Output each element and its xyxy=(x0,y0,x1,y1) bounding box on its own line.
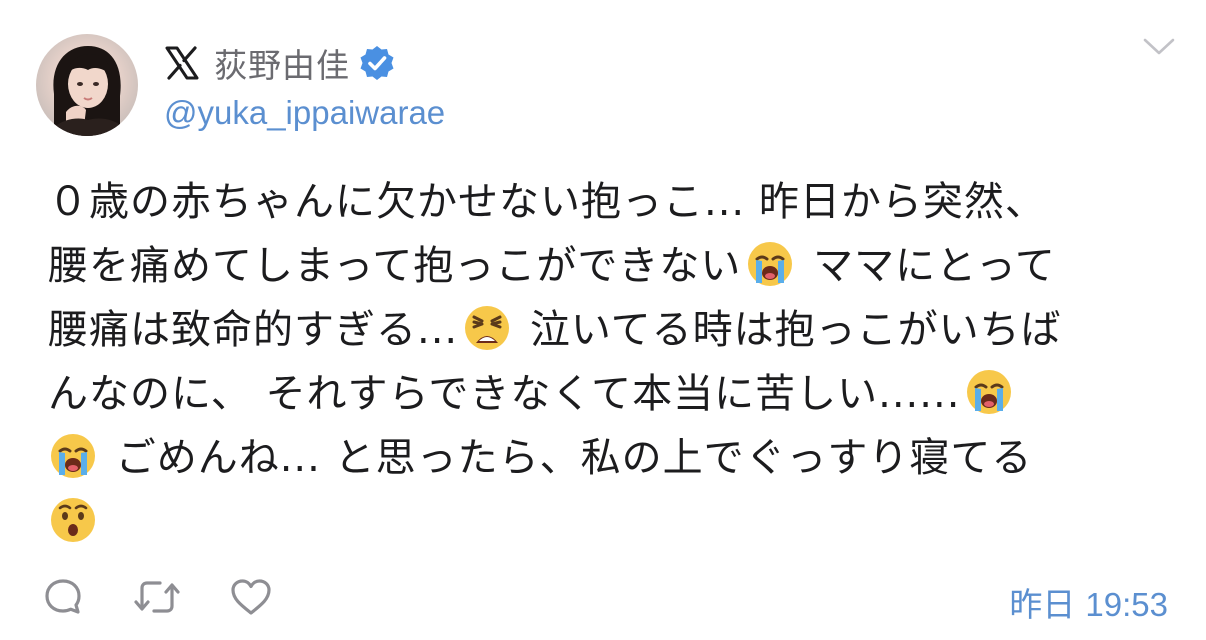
tweet-line: ごめんね... と思ったら、私の上でぐっすり寝てる xyxy=(48,426,1178,490)
x-logo-icon xyxy=(164,45,200,81)
tweet-line: んなのに、 それすらできなくて本当に苦しい...... xyxy=(48,362,1178,426)
loudly-crying-face-emoji xyxy=(745,239,795,289)
tweet-line: 腰を痛めてしまって抱っこができない ママにとって xyxy=(48,234,1178,298)
loudly-crying-face-emoji xyxy=(48,431,98,481)
tweet-line xyxy=(48,490,1178,554)
like-icon[interactable] xyxy=(228,574,274,620)
tweet-actions xyxy=(40,574,322,620)
avatar[interactable] xyxy=(36,34,138,136)
tweet-header: 荻野由佳 xyxy=(164,38,396,88)
timestamp-time: 19:53 xyxy=(1085,586,1168,623)
timestamp-day: 昨日 xyxy=(1009,585,1076,624)
tweet-card: 荻野由佳 @yuka_ippaiwarae ０歳の赤ちゃんに欠かせない抱っこ..… xyxy=(0,0,1206,640)
hushed-face-emoji xyxy=(48,495,98,545)
retweet-icon[interactable] xyxy=(134,574,180,620)
display-name[interactable]: 荻野由佳 xyxy=(214,39,350,87)
loudly-crying-face-emoji xyxy=(964,367,1014,417)
reply-icon[interactable] xyxy=(40,574,86,620)
verified-badge-icon xyxy=(358,44,396,82)
tweet-line: 腰痛は致命的すぎる... 泣いてる時は抱っこがいちば xyxy=(48,298,1178,362)
tweet-body: ０歳の赤ちゃんに欠かせない抱っこ... 昨日から突然、 腰を痛めてしまって抱っこ… xyxy=(48,170,1178,554)
chevron-down-icon[interactable] xyxy=(1142,36,1176,58)
tweet-timestamp[interactable]: 昨日 19:53 xyxy=(1009,578,1168,626)
tweet-line: ０歳の赤ちゃんに欠かせない抱っこ... 昨日から突然、 xyxy=(48,179,1046,225)
user-handle[interactable]: @yuka_ippaiwarae xyxy=(164,94,445,132)
weary-face-emoji xyxy=(462,303,512,353)
